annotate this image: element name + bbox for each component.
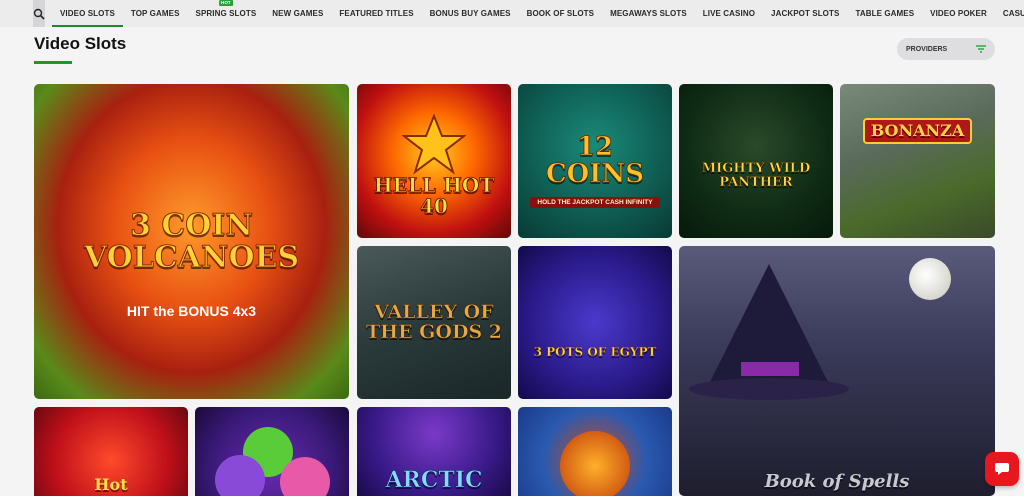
witch-hat-band [741, 362, 799, 376]
chat-icon [995, 463, 1009, 475]
monster-pink [280, 457, 330, 496]
game-title: HELL HOT 40 [373, 173, 495, 218]
game-title: Hot [94, 475, 128, 495]
game-tile-bonanza[interactable]: BONANZA [840, 84, 995, 238]
nav-tab-megaways-slots[interactable]: MEGAWAYS SLOTS [602, 0, 695, 27]
nav-tab-top-games[interactable]: TOP GAMES [123, 0, 188, 27]
nav-tab-live-casino[interactable]: LIVE CASINO [695, 0, 763, 27]
nav-tab-new-games[interactable]: NEW GAMES [264, 0, 331, 27]
page-title: Video Slots [34, 34, 127, 53]
game-tile-3-pots-of-egypt[interactable]: 3 POTS OF EGYPT [518, 246, 672, 399]
nav-tab-bonus-buy-games[interactable]: BONUS BUY GAMES [422, 0, 519, 27]
game-title: 3 POTS OF EGYPT [533, 345, 657, 360]
providers-filter-button[interactable]: PROVIDERS [897, 38, 995, 60]
nav-tab-jackpot-slots[interactable]: JACKPOT SLOTS [763, 0, 847, 27]
game-subtitle: HOLD THE JACKPOT CASH INFINITY [530, 197, 660, 208]
game-tile-valley-of-the-gods-2[interactable]: VALLEY OF THE GODS 2 [357, 246, 511, 399]
nav-tab-book-of-slots[interactable]: BOOK OF SLOTS [519, 0, 603, 27]
game-tile-book-of-spells[interactable]: Book of Spells [679, 246, 995, 496]
providers-label: PROVIDERS [906, 45, 948, 53]
nav-tab-spring-slots[interactable]: HOT SPRING SLOTS [188, 0, 265, 27]
game-tile-arctic-coins[interactable]: ARCTIC [357, 407, 511, 496]
title-underline [34, 61, 72, 64]
search-icon [33, 8, 45, 20]
top-navigation: VIDEO SLOTS TOP GAMES HOT SPRING SLOTS NE… [0, 0, 1024, 27]
game-title: ARCTIC [385, 466, 483, 493]
game-tile-mighty-wild-panther[interactable]: MIGHTY WILD PANTHER [679, 84, 833, 238]
nav-tab-table-games[interactable]: TABLE GAMES [847, 0, 922, 27]
live-chat-button[interactable] [985, 452, 1019, 486]
game-tile-3-coin-volcanoes[interactable]: 3 COIN VOLCANOES HIT the BONUS 4x3 [34, 84, 349, 399]
filter-icon [976, 45, 986, 53]
game-tile-dragon[interactable] [518, 407, 672, 496]
witch-hat-brim [689, 378, 849, 400]
search-button[interactable] [33, 0, 45, 27]
game-title: 12 COINS [545, 131, 645, 189]
game-title: 3 COIN VOLCANOES [83, 208, 300, 275]
game-title: VALLEY OF THE GODS 2 [366, 300, 503, 343]
moon-graphic [909, 258, 951, 300]
nav-tab-video-slots[interactable]: VIDEO SLOTS [52, 0, 123, 27]
game-tile-12-coins[interactable]: 12 COINS HOLD THE JACKPOT CASH INFINITY [518, 84, 672, 238]
game-tile-hot[interactable]: Hot [34, 407, 188, 496]
nav-tab-video-poker[interactable]: VIDEO POKER [922, 0, 995, 27]
hot-badge: HOT [218, 0, 233, 6]
dragon-graphic [560, 431, 630, 496]
game-title: Book of Spells [764, 471, 910, 493]
game-title: BONANZA [862, 117, 973, 145]
nav-tab-featured-titles[interactable]: FEATURED TITLES [331, 0, 421, 27]
nav-tab-casual-games[interactable]: CASUAL GAMES [995, 0, 1024, 27]
game-title: MIGHTY WILD PANTHER [701, 161, 811, 190]
star-icon [402, 113, 466, 175]
game-subtitle: HIT the BONUS 4x3 [126, 303, 257, 319]
game-tile-hell-hot-40[interactable]: HELL HOT 40 [357, 84, 511, 238]
game-tile-monsters[interactable] [195, 407, 349, 496]
